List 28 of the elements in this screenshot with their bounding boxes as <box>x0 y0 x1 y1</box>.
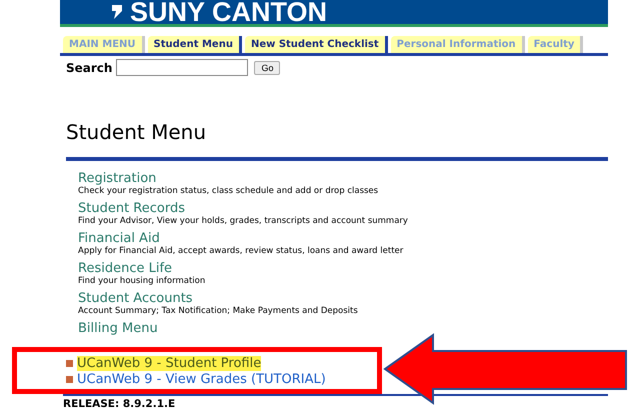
go-button[interactable]: Go <box>254 60 280 74</box>
logo-mark-icon <box>112 5 122 19</box>
menu-link[interactable]: Student Records <box>78 201 628 216</box>
release-version: RELEASE: 8.9.2.1.E <box>63 398 176 410</box>
menu-tab[interactable]: Student Menu <box>148 36 242 53</box>
menu-link[interactable]: Billing Menu <box>78 321 628 336</box>
bullet-icon <box>66 360 73 366</box>
menu-link[interactable]: Financial Aid <box>78 231 628 246</box>
menu-link[interactable]: Student Accounts <box>78 291 628 306</box>
menu-link[interactable]: UCanWeb 9 - Student Profile <box>77 356 262 370</box>
menu-description: Account Summary; Tax Notification; Make Payments and Deposits <box>78 306 359 317</box>
page-heading: Student Menu <box>66 120 207 146</box>
menu-description: Find your Advisor, View your holds, grades, transcripts and account summary <box>78 216 409 227</box>
logo-text: SUNY CANTON <box>112 0 328 24</box>
menu-description: Check your registration status, class schedule and add or drop classes <box>78 186 380 197</box>
search-label: Search <box>66 60 112 74</box>
arrow-icon <box>383 333 628 405</box>
menu-description: Find your housing information <box>78 276 206 287</box>
menu-link[interactable]: UCanWeb 9 - View Grades (TUTORIAL) <box>77 372 326 386</box>
menu-tab[interactable]: Personal Information <box>390 36 525 53</box>
bullet-icon <box>66 376 73 382</box>
menu-description: Apply for Financial Aid, accept awards, review status, loans and award letter <box>78 246 404 257</box>
menu-tab[interactable]: Faculty <box>528 36 584 53</box>
menu-link[interactable]: Registration <box>78 171 628 186</box>
menu-link[interactable]: Residence Life <box>78 261 628 276</box>
menu-tab[interactable]: MAIN MENU <box>63 36 145 53</box>
search-field[interactable] <box>116 59 248 76</box>
menu-tab[interactable]: New Student Checklist <box>244 36 388 53</box>
